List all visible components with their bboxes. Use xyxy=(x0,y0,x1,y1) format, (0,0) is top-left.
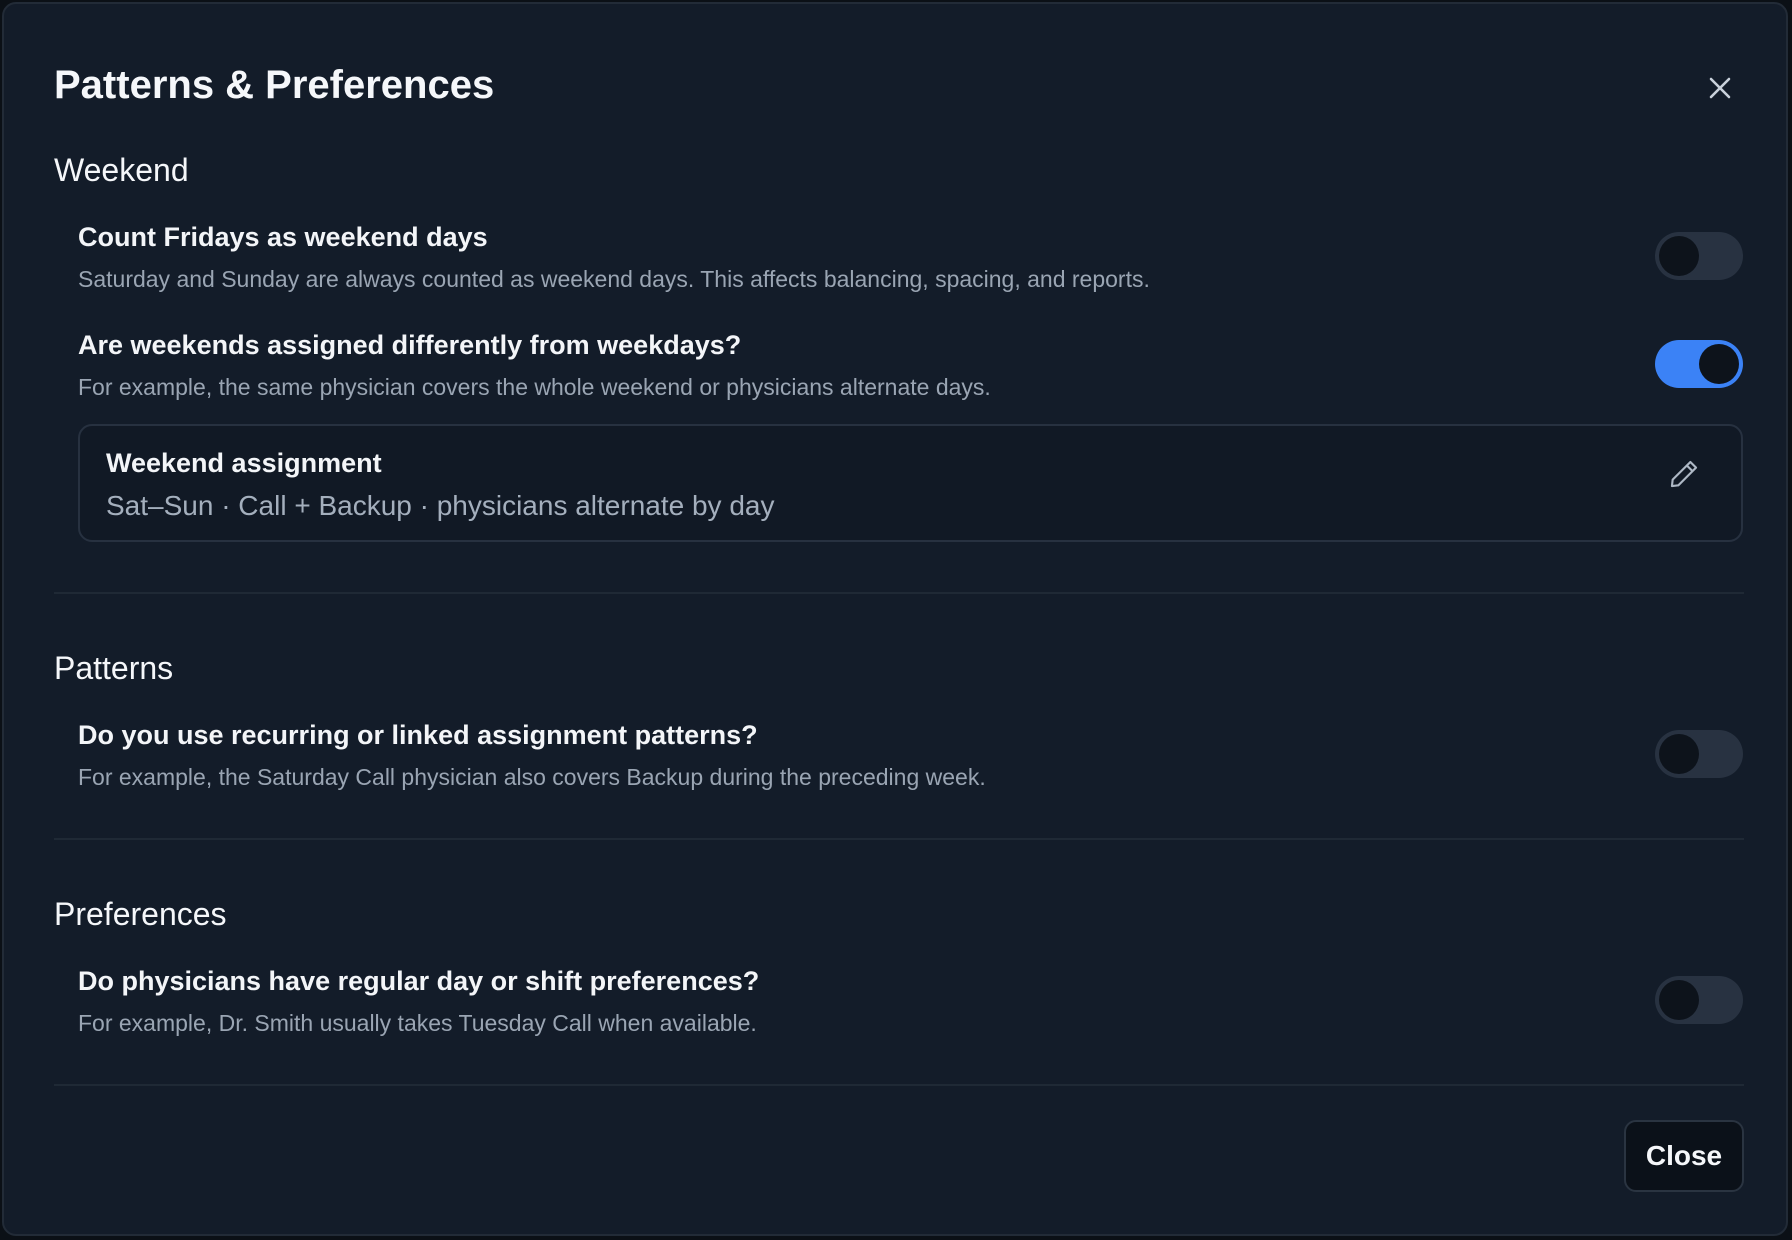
close-icon xyxy=(1709,77,1731,99)
count-fridays-label: Count Fridays as weekend days xyxy=(78,222,488,252)
section-divider xyxy=(54,838,1744,840)
weekend-assignment-summary: Sat–Sun · Call + Backup · physicians alt… xyxy=(106,490,775,521)
section-patterns-heading: Patterns xyxy=(54,650,174,686)
weekend-assignment-title: Weekend assignment xyxy=(106,448,382,478)
close-icon-button[interactable] xyxy=(1702,70,1738,106)
close-button[interactable]: Close xyxy=(1624,1120,1744,1192)
count-fridays-description: Saturday and Sunday are always counted a… xyxy=(78,266,1150,292)
section-divider xyxy=(54,592,1744,594)
footer-divider xyxy=(54,1084,1744,1086)
toggle-knob xyxy=(1659,236,1699,276)
dialog-title: Patterns & Preferences xyxy=(54,63,495,107)
shift-preferences-toggle[interactable] xyxy=(1655,976,1743,1024)
weekends-different-description: For example, the same physician covers t… xyxy=(78,374,991,400)
patterns-preferences-dialog: Patterns & Preferences Weekend Count Fri… xyxy=(2,2,1788,1236)
section-preferences-heading: Preferences xyxy=(54,896,227,932)
edit-weekend-assignment-button[interactable] xyxy=(1664,454,1704,494)
recurring-patterns-toggle[interactable] xyxy=(1655,730,1743,778)
toggle-knob xyxy=(1659,734,1699,774)
recurring-patterns-label: Do you use recurring or linked assignmen… xyxy=(78,720,758,750)
shift-preferences-label: Do physicians have regular day or shift … xyxy=(78,966,760,996)
recurring-patterns-description: For example, the Saturday Call physician… xyxy=(78,764,986,790)
weekends-different-toggle[interactable] xyxy=(1655,340,1743,388)
section-weekend-heading: Weekend xyxy=(54,152,189,188)
toggle-knob xyxy=(1699,344,1739,384)
toggle-knob xyxy=(1659,980,1699,1020)
pencil-icon xyxy=(1670,460,1698,488)
weekend-assignment-card: Weekend assignment Sat–Sun · Call + Back… xyxy=(78,424,1743,542)
count-fridays-toggle[interactable] xyxy=(1655,232,1743,280)
shift-preferences-description: For example, Dr. Smith usually takes Tue… xyxy=(78,1010,757,1036)
weekends-different-label: Are weekends assigned differently from w… xyxy=(78,330,742,360)
